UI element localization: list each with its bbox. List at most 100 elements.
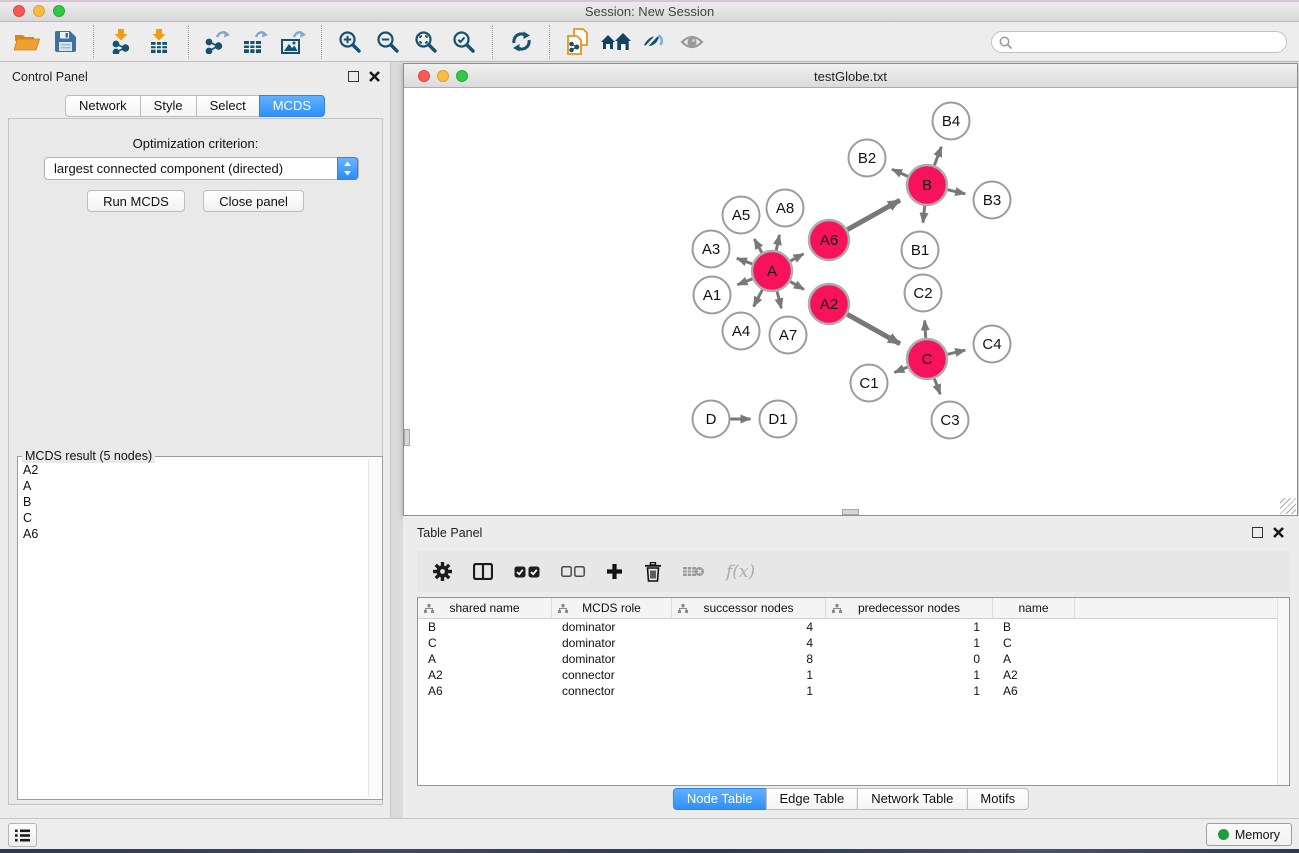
graph-edge-C-C1[interactable] — [894, 367, 907, 372]
graph-edge-B-B4[interactable] — [934, 147, 941, 166]
cell-shared-name[interactable]: C — [418, 635, 552, 651]
window-resize-grip[interactable] — [1280, 498, 1296, 514]
graph-edge-A2-C[interactable] — [847, 314, 900, 344]
tab-edge-table[interactable]: Edge Table — [765, 788, 858, 810]
close-table-panel-icon[interactable] — [1272, 526, 1285, 539]
graph-node-D1[interactable]: D1 — [760, 401, 797, 438]
cell-predecessor-nodes[interactable]: 1 — [826, 683, 993, 699]
graph-node-C4[interactable]: C4 — [974, 326, 1011, 363]
graph-edge-C-C3[interactable] — [934, 379, 940, 395]
save-session-button[interactable] — [46, 26, 84, 58]
result-item[interactable]: A — [23, 478, 366, 494]
cell-shared-name[interactable]: A — [418, 651, 552, 667]
graph-node-B1[interactable]: B1 — [902, 232, 939, 269]
graph-node-A6[interactable]: A6 — [809, 220, 849, 260]
graph-edge-C-C4[interactable] — [947, 350, 965, 354]
graph-node-C[interactable]: C — [907, 339, 947, 379]
hide-graphics-details-button[interactable] — [635, 26, 673, 58]
graph-node-C3[interactable]: C3 — [932, 402, 969, 439]
show-panels-button[interactable] — [8, 823, 37, 847]
cybrowser-home-button[interactable] — [597, 26, 635, 58]
unselect-all-button[interactable] — [561, 556, 585, 588]
cell-successor-nodes[interactable]: 1 — [672, 683, 826, 699]
tab-network-table[interactable]: Network Table — [857, 788, 967, 810]
cell-name[interactable]: C — [993, 635, 1075, 651]
table-options-button[interactable] — [433, 556, 452, 588]
table-row[interactable]: A2 connector 1 1 A2 — [418, 667, 1289, 683]
import-network-button[interactable] — [103, 26, 141, 58]
graph-node-C1[interactable]: C1 — [851, 365, 888, 402]
graph-edge-A-A3[interactable] — [737, 258, 752, 264]
graph-edge-B-B3[interactable] — [947, 190, 965, 194]
float-table-panel-icon[interactable] — [1252, 527, 1263, 538]
canvas-left-handle[interactable] — [404, 429, 410, 446]
graph-node-C2[interactable]: C2 — [905, 275, 942, 312]
tab-network[interactable]: Network — [65, 95, 141, 117]
criterion-dropdown[interactable]: largest connected component (directed) — [44, 157, 359, 180]
zoom-out-button[interactable] — [369, 26, 407, 58]
graph-edge-A-A8[interactable] — [776, 235, 779, 251]
delete-table-button[interactable] — [683, 556, 705, 588]
cell-mcds-role[interactable]: connector — [552, 667, 672, 683]
select-all-button[interactable] — [514, 556, 540, 588]
table-row[interactable]: B dominator 4 1 B — [418, 619, 1289, 635]
result-item[interactable]: A6 — [23, 526, 366, 542]
function-builder-button[interactable]: f(x) — [726, 556, 755, 588]
tab-style[interactable]: Style — [140, 95, 197, 117]
graph-node-A4[interactable]: A4 — [723, 313, 760, 350]
show-column-button[interactable] — [473, 556, 493, 588]
graph-edge-A6-B[interactable] — [847, 200, 900, 230]
cell-predecessor-nodes[interactable]: 0 — [826, 651, 993, 667]
column-header-shared-name[interactable]: shared name — [418, 598, 552, 619]
result-item[interactable]: B — [23, 494, 366, 510]
result-item[interactable]: C — [23, 510, 366, 526]
cell-mcds-role[interactable]: dominator — [552, 651, 672, 667]
cell-mcds-role[interactable]: dominator — [552, 619, 672, 635]
cell-predecessor-nodes[interactable]: 1 — [826, 619, 993, 635]
graph-node-D[interactable]: D — [693, 401, 730, 438]
graph-edge-C-C2[interactable] — [925, 320, 926, 338]
column-header-predecessor-nodes[interactable]: predecessor nodes — [826, 598, 993, 619]
graph-node-B4[interactable]: B4 — [933, 103, 970, 140]
cell-successor-nodes[interactable]: 1 — [672, 667, 826, 683]
close-panel-icon[interactable] — [368, 70, 381, 83]
table-row[interactable]: A6 connector 1 1 A6 — [418, 683, 1289, 699]
cell-mcds-role[interactable]: dominator — [552, 635, 672, 651]
close-panel-button[interactable]: Close panel — [203, 190, 304, 212]
export-network-button[interactable] — [198, 26, 236, 58]
graph-node-A5[interactable]: A5 — [723, 197, 760, 234]
graph-node-A1[interactable]: A1 — [694, 277, 731, 314]
graph-edge-A-A5[interactable] — [754, 239, 762, 253]
graph-node-B2[interactable]: B2 — [849, 140, 886, 177]
column-header-name[interactable]: name — [993, 598, 1075, 619]
column-header-successor-nodes[interactable]: successor nodes — [672, 598, 826, 619]
cell-name[interactable]: A6 — [993, 683, 1075, 699]
table-scrollbar[interactable] — [1277, 598, 1289, 785]
graph-edge-B-B1[interactable] — [923, 206, 925, 223]
add-row-button[interactable] — [606, 556, 623, 588]
graph-edge-A-A4[interactable] — [754, 290, 763, 307]
graph-node-B3[interactable]: B3 — [974, 182, 1011, 219]
graph-edge-A-A6[interactable] — [790, 254, 803, 261]
cell-shared-name[interactable]: A2 — [418, 667, 552, 683]
canvas-bottom-handle[interactable] — [842, 509, 859, 515]
graph-node-A2[interactable]: A2 — [809, 284, 849, 324]
cell-name[interactable]: A2 — [993, 667, 1075, 683]
graph-node-A3[interactable]: A3 — [693, 231, 730, 268]
search-input[interactable] — [1016, 35, 1276, 49]
tab-mcds[interactable]: MCDS — [259, 95, 325, 117]
network-window-titlebar[interactable]: testGlobe.txt — [404, 64, 1297, 88]
graph-node-A8[interactable]: A8 — [767, 190, 804, 227]
zoom-in-button[interactable] — [331, 26, 369, 58]
graph-edge-A-A7[interactable] — [777, 291, 781, 308]
graph-edge-A-A1[interactable] — [738, 279, 753, 285]
panel-divider[interactable] — [391, 62, 403, 818]
cell-successor-nodes[interactable]: 8 — [672, 651, 826, 667]
cell-shared-name[interactable]: A6 — [418, 683, 552, 699]
graph-node-A7[interactable]: A7 — [770, 317, 807, 354]
open-file-button[interactable] — [8, 26, 46, 58]
export-image-button[interactable] — [274, 26, 312, 58]
graph-edge-B-B2[interactable] — [892, 169, 908, 176]
import-table-button[interactable] — [141, 26, 179, 58]
cell-predecessor-nodes[interactable]: 1 — [826, 635, 993, 651]
